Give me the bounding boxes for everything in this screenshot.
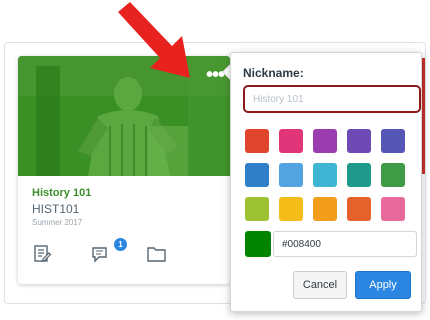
color-swatch[interactable] (245, 163, 269, 187)
color-swatch[interactable] (347, 163, 371, 187)
apply-button[interactable]: Apply (355, 271, 411, 299)
card-action-icons: 1 (32, 238, 222, 268)
color-swatch[interactable] (381, 129, 405, 153)
color-swatch[interactable] (279, 197, 303, 221)
nickname-input[interactable] (243, 85, 421, 113)
discussions-icon[interactable] (90, 244, 112, 266)
assignments-icon[interactable] (32, 244, 54, 266)
red-annotation-arrow (118, 2, 190, 78)
nickname-color-popover: Nickname: Cancel Apply (230, 52, 422, 312)
nickname-label: Nickname: (243, 66, 304, 80)
color-swatch[interactable] (381, 163, 405, 187)
color-swatch[interactable] (313, 197, 337, 221)
course-term: Summer 2017 (32, 218, 83, 227)
cancel-button[interactable]: Cancel (293, 271, 347, 299)
files-icon[interactable] (146, 244, 168, 266)
course-code: HIST101 (32, 202, 80, 216)
color-swatch[interactable] (313, 163, 337, 187)
color-swatch[interactable] (313, 129, 337, 153)
discussion-unread-badge: 1 (114, 238, 127, 251)
course-card[interactable]: ••• History 101 HIST101 Summer 2017 1 (18, 56, 230, 284)
color-swatch[interactable] (279, 129, 303, 153)
hex-color-input[interactable] (273, 231, 417, 257)
color-swatch[interactable] (381, 197, 405, 221)
selected-color-preview (245, 231, 271, 257)
color-swatch[interactable] (245, 197, 269, 221)
color-swatch[interactable] (347, 197, 371, 221)
color-swatch[interactable] (347, 129, 371, 153)
color-swatch[interactable] (279, 163, 303, 187)
course-nickname-link[interactable]: History 101 (32, 186, 222, 200)
color-swatch[interactable] (245, 129, 269, 153)
